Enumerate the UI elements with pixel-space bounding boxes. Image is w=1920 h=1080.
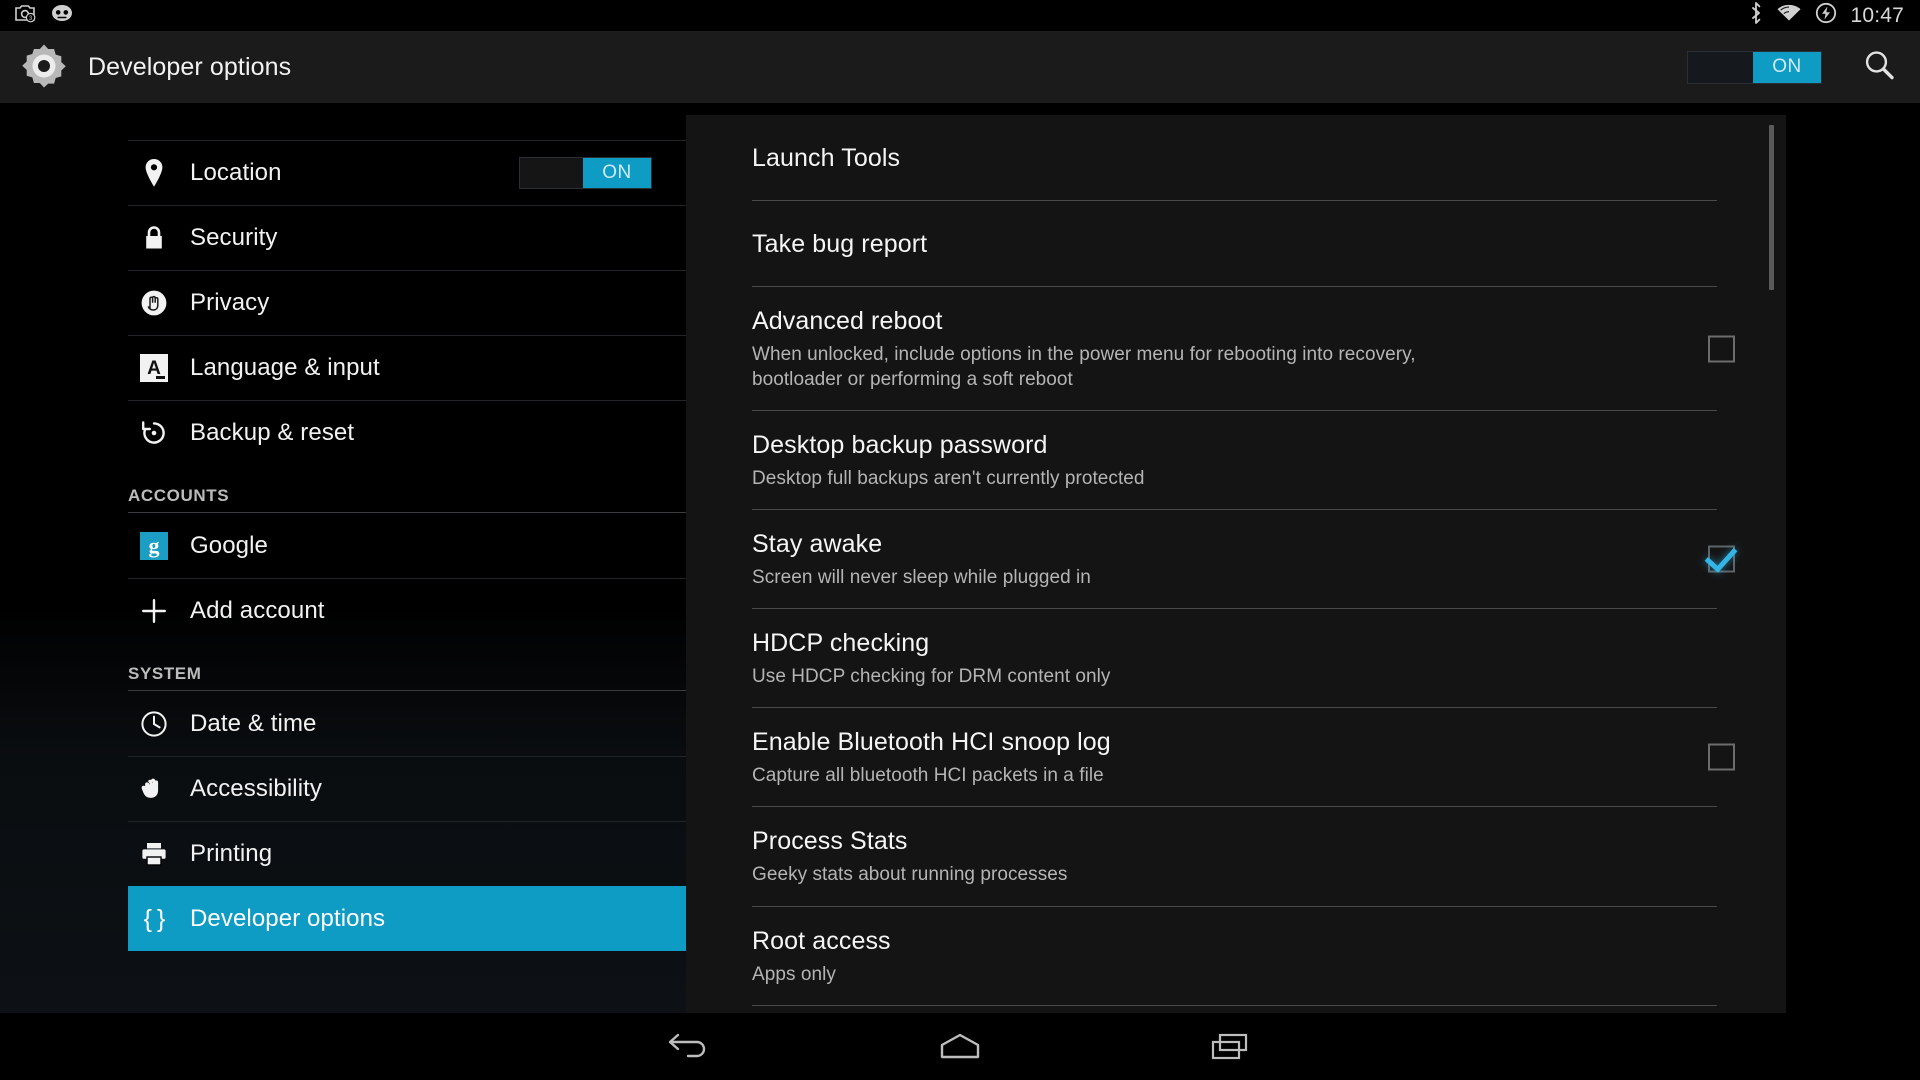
location-pin-icon: [132, 158, 176, 188]
sidebar-item-google[interactable]: g Google: [128, 513, 686, 578]
list-item-title: Launch Tools: [752, 144, 901, 172]
developer-options-list: Launch Tools Take bug report Advanced re…: [752, 115, 1735, 1013]
list-item-stay-awake[interactable]: Stay awake Screen will never sleep while…: [752, 510, 1735, 610]
list-item-bluetooth-hci-snoop-log[interactable]: Enable Bluetooth HCI snoop log Capture a…: [752, 708, 1735, 808]
hand-stop-icon: [132, 289, 176, 317]
list-item-subtitle: Use HDCP checking for DRM content only: [752, 666, 1111, 688]
sidebar-item-security[interactable]: Security: [128, 205, 686, 270]
content-scrollbar[interactable]: [1769, 125, 1774, 290]
status-bar-system-icons: 10:47: [1749, 2, 1920, 29]
settings-sidebar: Location ON Security Privacy A Language …: [0, 104, 686, 1013]
sidebar-list: Location ON Security Privacy A Language …: [128, 140, 686, 951]
status-bar: 3 10:47: [0, 0, 1920, 31]
settings-gear-icon: [18, 41, 70, 93]
sidebar-item-label: Developer options: [190, 905, 386, 932]
list-item-subtitle: Desktop full backups aren't currently pr…: [752, 468, 1145, 490]
sidebar-header-system: SYSTEM: [128, 643, 686, 691]
list-item-subtitle: Geeky stats about running processes: [752, 864, 1068, 886]
list-item-title: Take bug report: [752, 230, 928, 258]
list-item-advanced-reboot[interactable]: Advanced reboot When unlocked, include o…: [752, 287, 1735, 412]
sidebar-header-accounts: ACCOUNTS: [128, 465, 686, 513]
list-item-title: Desktop backup password: [752, 431, 1048, 460]
switch-track: [1688, 51, 1753, 83]
sidebar-header-label: ACCOUNTS: [128, 486, 230, 505]
sidebar-item-label: Accessibility: [190, 775, 322, 802]
developer-options-master-switch[interactable]: ON: [1687, 50, 1822, 84]
developer-options-panel: Launch Tools Take bug report Advanced re…: [686, 115, 1786, 1013]
sidebar-item-backup-reset[interactable]: Backup & reset: [128, 400, 686, 465]
list-item-root-access[interactable]: Root access Apps only: [752, 907, 1717, 1006]
restore-icon: [132, 419, 176, 447]
sidebar-header-label: SYSTEM: [128, 664, 202, 683]
sidebar-item-developer-options[interactable]: { } Developer options: [128, 886, 686, 951]
plus-icon: [132, 597, 176, 625]
lock-icon: [132, 224, 176, 252]
google-g-icon: g: [132, 531, 176, 560]
curly-braces-icon: { }: [132, 904, 176, 933]
location-switch[interactable]: ON: [519, 157, 652, 189]
checkbox-advanced-reboot[interactable]: [1708, 335, 1735, 363]
recents-icon[interactable]: [1185, 1022, 1275, 1072]
sidebar-item-language-input[interactable]: A Language & input: [128, 335, 686, 400]
list-item-title: Enable Bluetooth HCI snoop log: [752, 728, 1111, 757]
android-settings-screen: 3 10:47 Developer options ON Location ON…: [0, 0, 1920, 1080]
sidebar-item-accessibility[interactable]: Accessibility: [128, 756, 686, 821]
list-item-take-bug-report[interactable]: Take bug report: [752, 201, 1717, 287]
search-icon[interactable]: [1862, 48, 1896, 87]
hand-open-icon: [132, 775, 176, 803]
language-a-badge: A: [140, 354, 168, 382]
sidebar-item-label: Google: [190, 531, 268, 559]
curly-braces-glyph: { }: [143, 904, 166, 933]
list-item-title: HDCP checking: [752, 629, 930, 658]
status-bar-notifications: 3: [0, 3, 74, 28]
screenshot-icon: 3: [14, 3, 36, 28]
list-item-subtitle: When unlocked, include options in the po…: [752, 344, 1416, 391]
sidebar-item-label: Backup & reset: [190, 419, 355, 446]
sidebar-item-privacy[interactable]: Privacy: [128, 270, 686, 335]
back-icon[interactable]: [645, 1022, 735, 1072]
charging-icon: [1815, 2, 1837, 29]
list-item-launch-tools[interactable]: Launch Tools: [752, 115, 1717, 201]
status-bar-clock: 10:47: [1850, 3, 1904, 27]
checkbox-bluetooth-hci-snoop-log[interactable]: [1708, 743, 1735, 771]
home-icon[interactable]: [915, 1022, 1005, 1072]
sidebar-item-date-time[interactable]: Date & time: [128, 691, 686, 756]
bluetooth-icon: [1749, 2, 1763, 29]
list-item-title: Process Stats: [752, 827, 908, 856]
sidebar-item-location[interactable]: Location ON: [128, 140, 686, 205]
sidebar-item-label: Location: [190, 159, 282, 186]
list-item-process-stats[interactable]: Process Stats Geeky stats about running …: [752, 807, 1717, 907]
sidebar-item-add-account[interactable]: Add account: [128, 578, 686, 643]
language-a-icon: A: [132, 354, 176, 382]
cyanogenmod-icon: [50, 3, 74, 28]
action-bar: Developer options ON: [0, 31, 1920, 104]
list-item-title: Root access: [752, 926, 891, 955]
sidebar-item-label: Privacy: [190, 289, 270, 316]
sidebar-item-label: Date & time: [190, 709, 317, 737]
sidebar-item-printing[interactable]: Printing: [128, 821, 686, 886]
wifi-icon: [1776, 3, 1802, 28]
switch-thumb-label: ON: [1753, 51, 1821, 83]
printer-icon: [132, 841, 176, 867]
switch-track: [520, 158, 583, 188]
list-item-desktop-backup-password[interactable]: Desktop backup password Desktop full bac…: [752, 411, 1717, 511]
clock-icon: [132, 710, 176, 738]
navigation-bar: [0, 1013, 1920, 1080]
list-item-title: Stay awake: [752, 530, 883, 559]
list-item-subtitle: Screen will never sleep while plugged in: [752, 567, 1091, 589]
sidebar-item-label: Language & input: [190, 354, 380, 381]
checkbox-stay-awake[interactable]: [1708, 545, 1735, 573]
sidebar-item-label: Security: [190, 224, 278, 251]
google-g-badge: g: [140, 531, 168, 560]
list-item-title: Advanced reboot: [752, 307, 943, 335]
switch-thumb-label: ON: [583, 158, 651, 188]
list-item-update-cyanogen-recovery[interactable]: Update Cyanogen recovery Update recovery…: [752, 1006, 1717, 1013]
sidebar-item-label: Printing: [190, 840, 273, 867]
page-title: Developer options: [88, 52, 292, 81]
sidebar-item-label: Add account: [190, 597, 325, 624]
list-item-hdcp-checking[interactable]: HDCP checking Use HDCP checking for DRM …: [752, 609, 1717, 709]
list-item-subtitle: Apps only: [752, 963, 836, 985]
action-bar-actions: ON: [1687, 48, 1920, 87]
list-item-subtitle: Capture all bluetooth HCI packets in a f…: [752, 765, 1104, 787]
